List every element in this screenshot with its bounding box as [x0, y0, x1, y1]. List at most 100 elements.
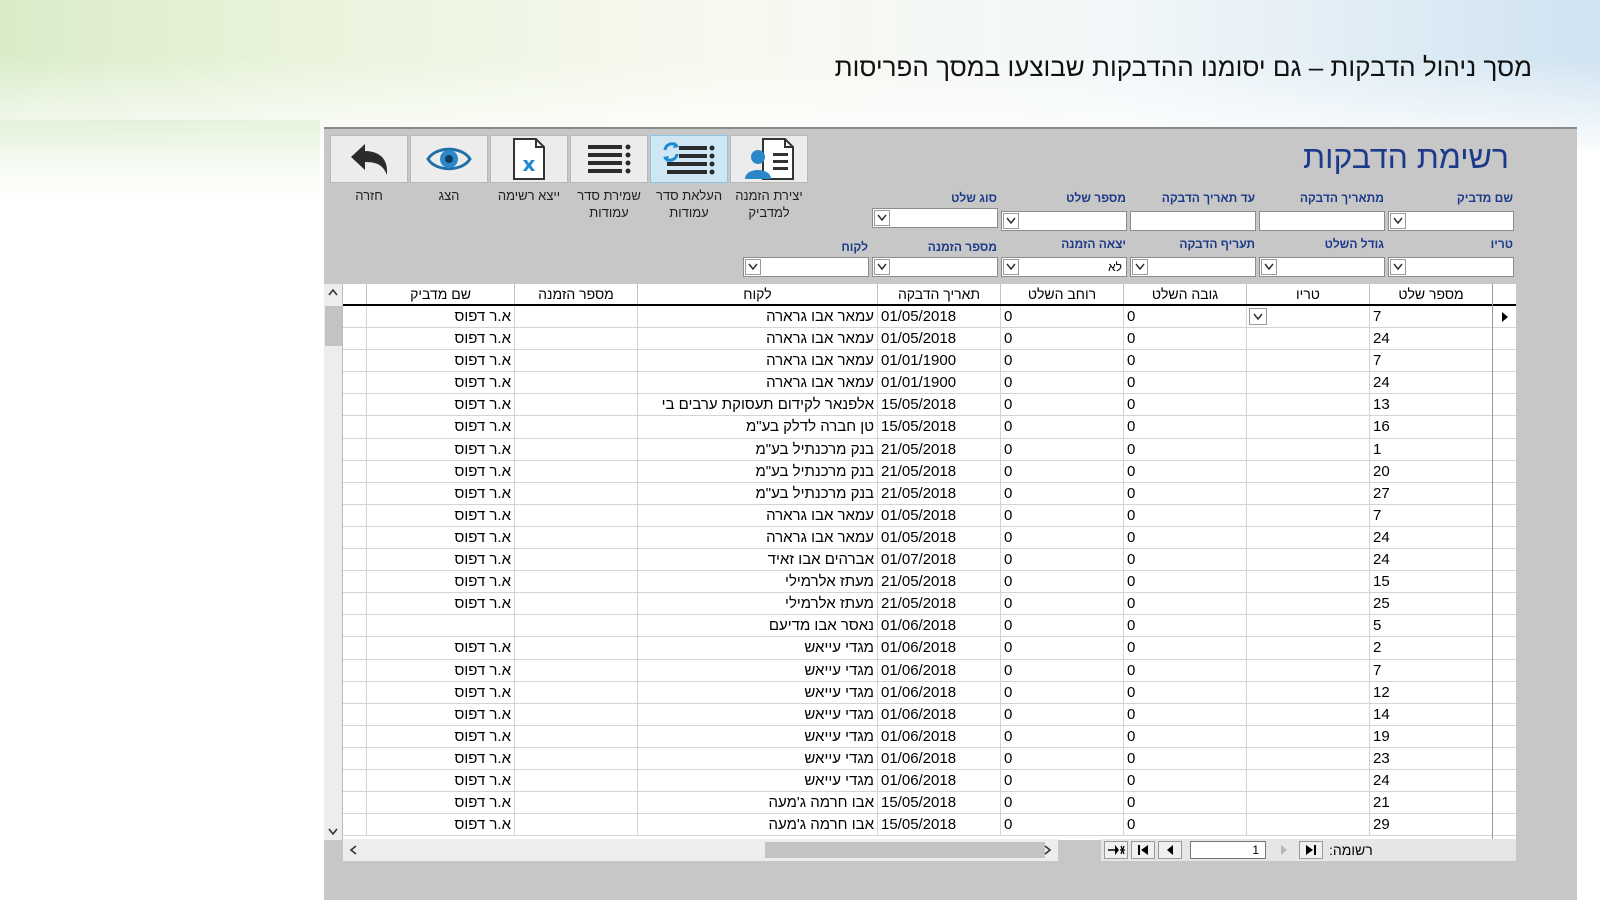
cell-installer-name[interactable]: א.ר דפוס: [366, 482, 514, 504]
cell-sign-number[interactable]: 20: [1369, 460, 1492, 482]
last-record-button[interactable]: [1299, 841, 1323, 859]
table-row[interactable]: 7 0 0 01/05/2018 עמאר אבו גרארה א.ר דפוס: [343, 504, 1492, 527]
cell-sign-height[interactable]: 0: [1123, 549, 1246, 571]
cell-sign-height[interactable]: 0: [1123, 703, 1246, 725]
cell-sign-number[interactable]: 29: [1369, 814, 1492, 836]
cell-sign-width[interactable]: 0: [1000, 703, 1123, 725]
cell-customer[interactable]: עמאר אבו גרארה: [637, 350, 877, 372]
cell-sign-number[interactable]: 24: [1369, 769, 1492, 792]
cell-order-number[interactable]: [514, 372, 637, 394]
cell-sign-width[interactable]: 0: [1000, 394, 1123, 416]
chevron-down-icon[interactable]: [1003, 213, 1019, 229]
cell-sign-height[interactable]: 0: [1123, 394, 1246, 416]
cell-sign-height[interactable]: 0: [1123, 460, 1246, 482]
cell-order-number[interactable]: [514, 792, 637, 814]
cell-customer[interactable]: בנק מרכנתיל בע"מ: [637, 460, 877, 482]
cell-install-date[interactable]: 15/05/2018: [877, 416, 1000, 438]
cell-trio[interactable]: [1246, 637, 1369, 659]
cell-customer[interactable]: עמאר אבו גרארה: [637, 306, 877, 328]
cell-customer[interactable]: מעתז אלרמילי: [637, 593, 877, 615]
cell-install-date[interactable]: 01/06/2018: [877, 659, 1000, 681]
cell-installer-name[interactable]: א.ר דפוס: [366, 306, 514, 328]
vertical-scrollbar[interactable]: [324, 284, 343, 840]
cell-sign-width[interactable]: 0: [1000, 438, 1123, 460]
load-columns-button[interactable]: העלאת סדר עמודות: [650, 135, 728, 221]
table-row[interactable]: 24 0 0 01/05/2018 עמאר אבו גרארה א.ר דפוס: [343, 328, 1492, 351]
first-record-button[interactable]: [1131, 841, 1155, 859]
cell-order-number[interactable]: [514, 769, 637, 792]
back-button[interactable]: חזרה: [330, 135, 408, 204]
cell-installer-name[interactable]: א.ר דפוס: [366, 416, 514, 438]
cell-order-number[interactable]: [514, 416, 637, 438]
cell-trio[interactable]: [1246, 438, 1369, 460]
cell-order-number[interactable]: [514, 460, 637, 482]
table-row[interactable]: 15 0 0 21/05/2018 מעתז אלרמילי א.ר דפוס: [343, 571, 1492, 594]
cell-install-date[interactable]: 01/06/2018: [877, 769, 1000, 792]
cell-sign-width[interactable]: 0: [1000, 526, 1123, 549]
record-selector[interactable]: [1493, 483, 1516, 505]
cell-customer[interactable]: אבו חרמה ג'מעה: [637, 792, 877, 814]
table-row[interactable]: 1 0 0 21/05/2018 בנק מרכנתיל בע"מ א.ר דפוס: [343, 438, 1492, 461]
table-row[interactable]: 7 0 0 01/06/2018 מגדי עייאש א.ר דפוס: [343, 659, 1492, 682]
cell-install-date[interactable]: 01/06/2018: [877, 703, 1000, 725]
cell-sign-width[interactable]: 0: [1000, 659, 1123, 681]
cell-installer-name[interactable]: א.ר דפוס: [366, 769, 514, 792]
cell-sign-height[interactable]: 0: [1123, 306, 1246, 328]
cell-trio[interactable]: [1246, 703, 1369, 725]
cell-installer-name[interactable]: א.ר דפוס: [366, 659, 514, 681]
filter-date-to[interactable]: [1130, 211, 1256, 231]
table-row[interactable]: 19 0 0 01/06/2018 מגדי עייאש א.ר דפוס: [343, 725, 1492, 748]
cell-order-number[interactable]: [514, 814, 637, 836]
cell-order-number[interactable]: [514, 350, 637, 372]
cell-customer[interactable]: עמאר אבו גרארה: [637, 526, 877, 549]
cell-sign-number[interactable]: 13: [1369, 394, 1492, 416]
cell-order-number[interactable]: [514, 703, 637, 725]
cell-sign-number[interactable]: 15: [1369, 571, 1492, 593]
cell-trio[interactable]: [1246, 615, 1369, 637]
cell-customer[interactable]: מגדי עייאש: [637, 725, 877, 747]
cell-sign-height[interactable]: 0: [1123, 571, 1246, 593]
record-selector[interactable]: [1493, 439, 1516, 461]
cell-sign-width[interactable]: 0: [1000, 747, 1123, 769]
record-selector[interactable]: [1493, 571, 1516, 594]
cell-trio[interactable]: [1246, 350, 1369, 372]
cell-sign-height[interactable]: 0: [1123, 615, 1246, 637]
filter-order-issued[interactable]: לא: [1001, 257, 1127, 277]
column-header-installer-name[interactable]: שם מדביק: [366, 284, 514, 304]
cell-sign-width[interactable]: 0: [1000, 482, 1123, 504]
cell-sign-height[interactable]: 0: [1123, 792, 1246, 814]
cell-order-number[interactable]: [514, 593, 637, 615]
cell-sign-number[interactable]: 16: [1369, 416, 1492, 438]
cell-install-date[interactable]: 01/05/2018: [877, 306, 1000, 328]
cell-installer-name[interactable]: א.ר דפוס: [366, 725, 514, 747]
cell-install-date[interactable]: 21/05/2018: [877, 460, 1000, 482]
next-record-button[interactable]: [1272, 841, 1296, 859]
view-button[interactable]: הצג: [410, 135, 488, 204]
chevron-down-icon[interactable]: [745, 259, 761, 275]
cell-installer-name[interactable]: א.ר דפוס: [366, 703, 514, 725]
horizontal-scroll-thumb[interactable]: [765, 842, 1045, 858]
cell-customer[interactable]: בנק מרכנתיל בע"מ: [637, 438, 877, 460]
cell-sign-number[interactable]: 7: [1369, 659, 1492, 681]
record-selector[interactable]: [1493, 549, 1516, 572]
cell-sign-width[interactable]: 0: [1000, 769, 1123, 792]
filter-rate[interactable]: [1130, 257, 1256, 277]
cell-customer[interactable]: מעתז אלרמילי: [637, 571, 877, 593]
record-selector[interactable]: [1493, 350, 1516, 373]
cell-install-date[interactable]: 15/05/2018: [877, 394, 1000, 416]
chevron-down-icon[interactable]: [874, 259, 890, 275]
cell-trio[interactable]: [1246, 306, 1369, 328]
record-selector[interactable]: [1493, 792, 1516, 815]
cell-installer-name[interactable]: א.ר דפוס: [366, 526, 514, 549]
cell-order-number[interactable]: [514, 394, 637, 416]
cell-sign-number[interactable]: 27: [1369, 482, 1492, 504]
cell-sign-width[interactable]: 0: [1000, 350, 1123, 372]
cell-order-number[interactable]: [514, 504, 637, 526]
cell-order-number[interactable]: [514, 725, 637, 747]
chevron-down-icon[interactable]: [874, 210, 890, 226]
cell-order-number[interactable]: [514, 637, 637, 659]
table-row[interactable]: 25 0 0 21/05/2018 מעתז אלרמילי א.ר דפוס: [343, 593, 1492, 616]
cell-customer[interactable]: אברהים אבו זאיד: [637, 549, 877, 571]
cell-sign-height[interactable]: 0: [1123, 637, 1246, 659]
cell-install-date[interactable]: 01/06/2018: [877, 681, 1000, 703]
